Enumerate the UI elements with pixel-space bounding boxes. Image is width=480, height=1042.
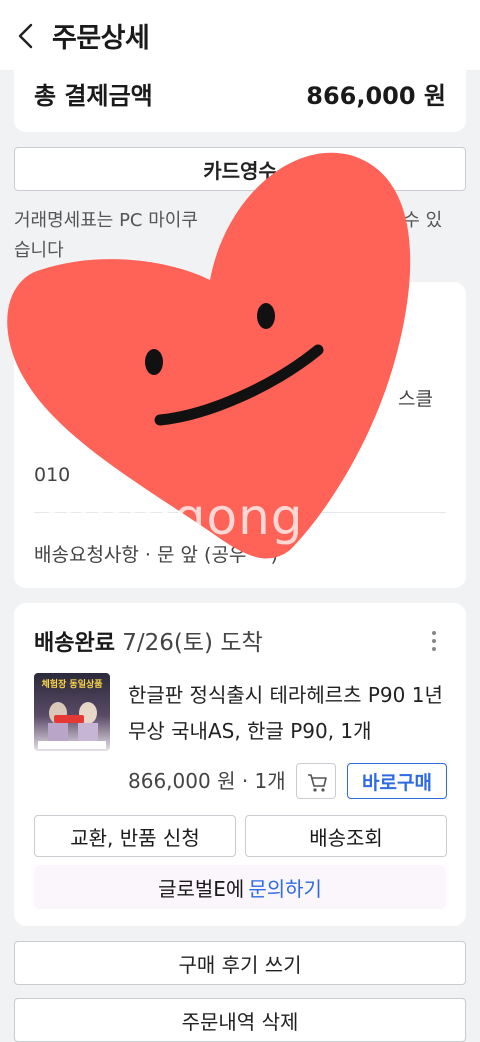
total-value: 866,000 원 — [306, 82, 446, 110]
write-review-label: 구매 후기 쓰기 — [178, 952, 302, 977]
seller-inquiry: 글로벌E에 문의하기 — [34, 865, 446, 909]
product-image-icon — [38, 702, 106, 749]
delete-order-label: 주문내역 삭제 — [181, 1009, 299, 1034]
total-label: 총 결제금액 — [34, 82, 153, 110]
app-header: 주문상세 — [0, 0, 480, 70]
track-delivery-button[interactable]: 배송조회 — [245, 815, 447, 857]
delivery-date: 7/26(토) 도착 — [114, 630, 263, 656]
product-price: 866,000 원 · 1개 — [128, 769, 286, 793]
total-payment-card: 총 결제금액 866,000 원 — [14, 60, 466, 132]
product-thumbnail[interactable]: 체험장 동일상품 — [34, 673, 110, 751]
more-vertical-icon[interactable] — [432, 631, 436, 655]
product-name[interactable]: 한글판 정식출시 테라헤르츠 P90 1년무상 국내AS, 한글 P90, 1개 — [128, 677, 458, 749]
page-title: 주문상세 — [52, 23, 150, 54]
inquiry-link[interactable]: 문의하기 — [248, 873, 322, 902]
write-review-button[interactable]: 구매 후기 쓰기 — [14, 941, 466, 985]
delivery-card: 배송완료 7/26(토) 도착 체험장 동일상품 한글판 정식출시 테라헤르츠 … — [14, 603, 466, 926]
inquiry-prefix: 글로벌E에 — [158, 876, 245, 901]
watermark: bonggong — [44, 488, 304, 546]
delivery-status: 배송완료 7/26(토) 도착 — [34, 623, 263, 657]
add-to-cart-button[interactable] — [296, 763, 336, 799]
delete-order-button[interactable]: 주문내역 삭제 — [14, 998, 466, 1042]
delivery-status-label: 배송완료 — [34, 631, 115, 656]
buy-now-button[interactable]: 바로구매 — [347, 763, 447, 799]
chevron-left-icon[interactable] — [14, 22, 40, 50]
exchange-return-button[interactable]: 교환, 반품 신청 — [34, 815, 236, 857]
cart-icon — [308, 774, 327, 792]
